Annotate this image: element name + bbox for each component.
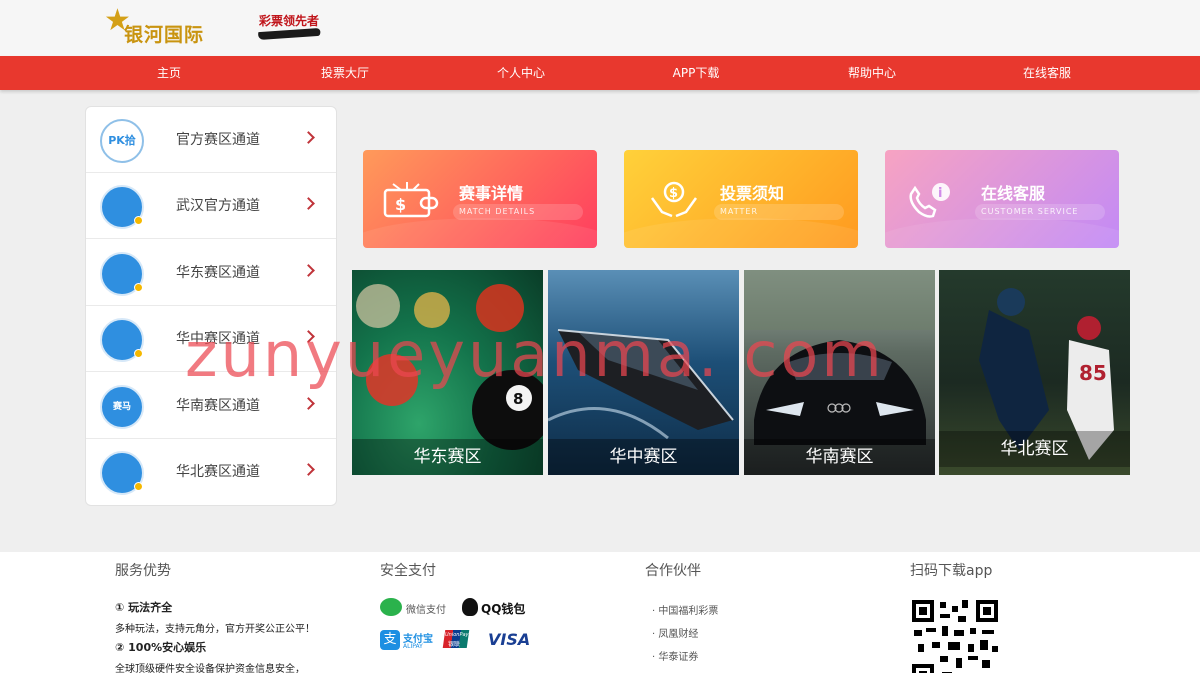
nav-help-center[interactable]: 帮助中心 <box>812 56 932 90</box>
svg-text:8: 8 <box>513 390 523 408</box>
slogan: 彩票领先者 <box>256 10 326 42</box>
chevron-right-icon <box>302 264 315 277</box>
top-header: ★ 银河国际 彩票领先者 <box>0 0 1200 56</box>
main-nav: 主页 投票大厅 个人中心 APP下载 帮助中心 在线客服 <box>0 56 1200 90</box>
channel-label: 武汉官方通道 <box>176 198 260 214</box>
qq-wallet: QQ钱包 <box>462 598 532 618</box>
logo-text: 银河国际 <box>124 24 205 46</box>
alipay-icon: 支 <box>380 630 400 650</box>
service-title: 服务优势 <box>115 563 171 579</box>
match-details-card[interactable]: $ 赛事详情 MATCH DETAILS <box>363 150 597 248</box>
qr-code-icon <box>912 600 998 673</box>
pk10-logo-icon: PK拾 <box>100 119 144 163</box>
region-caption: 华北赛区 <box>939 431 1130 467</box>
wechat-pay: 微信支付 <box>380 598 450 618</box>
nav-home[interactable]: 主页 <box>109 56 229 90</box>
footer: 服务优势 ① 玩法齐全 多种玩法，支持元角分，官方开奖公正公平！ ② 100%安… <box>0 552 1200 673</box>
lottery-logo-icon <box>100 318 144 362</box>
nav-voting-hall[interactable]: 投票大厅 <box>285 56 405 90</box>
region-caption: 华东赛区 <box>352 439 543 475</box>
svg-text:$: $ <box>395 195 406 214</box>
wechat-icon <box>380 598 402 616</box>
nav-app-download[interactable]: APP下载 <box>636 56 756 90</box>
visa-logo: VISA <box>488 630 531 649</box>
partner-link[interactable]: · 凤凰财经 <box>652 625 698 640</box>
qr-title: 扫码下载app <box>910 563 993 579</box>
service-line: ② 100%安心娱乐 <box>115 641 207 654</box>
channel-item[interactable]: PK拾 官方赛区通道 <box>86 107 336 173</box>
partner-link[interactable]: · 中国福利彩票 <box>652 602 718 617</box>
card-title: 投票须知 <box>720 184 785 203</box>
channel-item[interactable]: 华东赛区通道 <box>86 240 336 306</box>
card-subtitle: MATTER <box>714 204 844 220</box>
channel-icon-mark: PK拾 <box>108 134 136 147</box>
unionpay: UnionPay 银联 <box>442 630 474 650</box>
channel-list: PK拾 官方赛区通道 武汉官方通道 华东赛区通道 华中赛区通道 赛马 华南赛区通… <box>85 106 337 506</box>
brush-stroke-icon <box>256 27 322 41</box>
card-title: 赛事详情 <box>459 184 524 203</box>
svg-text:i: i <box>938 186 942 201</box>
alipay: 支 支付宝 ALIPAY <box>380 630 440 652</box>
payment-title: 安全支付 <box>380 563 436 579</box>
watermark: zunyueyuanma. com <box>185 318 885 391</box>
chevron-right-icon <box>302 197 315 210</box>
chevron-right-icon <box>302 397 315 410</box>
channel-label: 华北赛区通道 <box>176 464 260 480</box>
horse-racing-logo-icon: 赛马 <box>100 385 144 429</box>
lottery-logo-icon <box>100 185 144 229</box>
channel-item[interactable]: 武汉官方通道 <box>86 173 336 239</box>
unionpay-sublabel: UnionPay <box>445 632 469 638</box>
svg-text:85: 85 <box>1079 361 1107 385</box>
region-tile-north[interactable]: 85 华北赛区 <box>939 270 1130 475</box>
svg-text:$: $ <box>669 186 678 201</box>
site-logo[interactable]: ★ 银河国际 <box>104 6 216 47</box>
service-line: ① 玩法齐全 <box>115 601 173 614</box>
lottery-logo-icon <box>100 252 144 296</box>
nav-personal-center[interactable]: 个人中心 <box>461 56 581 90</box>
qq-penguin-icon <box>462 598 478 616</box>
alipay-sublabel: ALIPAY <box>403 643 423 650</box>
support-phone-icon: i <box>909 183 950 218</box>
card-title: 在线客服 <box>981 184 1046 203</box>
ticket-icon: $ <box>383 182 439 218</box>
money-hands-icon: $ <box>650 181 698 218</box>
slogan-text: 彩票领先者 <box>259 14 320 28</box>
unionpay-label: 银联 <box>448 641 461 648</box>
channel-item[interactable]: 华北赛区通道 <box>86 439 336 505</box>
online-service-card[interactable]: i 在线客服 CUSTOMER SERVICE <box>885 150 1119 248</box>
wechat-pay-label: 微信支付 <box>406 605 446 616</box>
voting-notice-card[interactable]: $ 投票须知 MATTER <box>624 150 858 248</box>
service-line: 多种玩法，支持元角分，官方开奖公正公平！ <box>115 624 315 635</box>
chevron-right-icon <box>302 463 315 476</box>
service-line: 全球顶级硬件安全设备保护资金信息安全， <box>115 664 305 673</box>
partner-title: 合作伙伴 <box>645 563 701 579</box>
partner-link[interactable]: · 华泰证券 <box>652 648 698 663</box>
qq-wallet-label: QQ钱包 <box>481 602 526 616</box>
card-subtitle: MATCH DETAILS <box>453 204 583 220</box>
card-subtitle: CUSTOMER SERVICE <box>975 204 1105 220</box>
channel-label: 华东赛区通道 <box>176 265 260 281</box>
channel-label: 官方赛区通道 <box>176 132 260 148</box>
channel-icon-mark: 赛马 <box>112 402 131 412</box>
chevron-right-icon <box>302 131 315 144</box>
region-caption: 华南赛区 <box>744 439 935 475</box>
region-caption: 华中赛区 <box>548 439 739 475</box>
lottery-logo-icon <box>100 451 144 495</box>
nav-online-service[interactable]: 在线客服 <box>987 56 1107 90</box>
